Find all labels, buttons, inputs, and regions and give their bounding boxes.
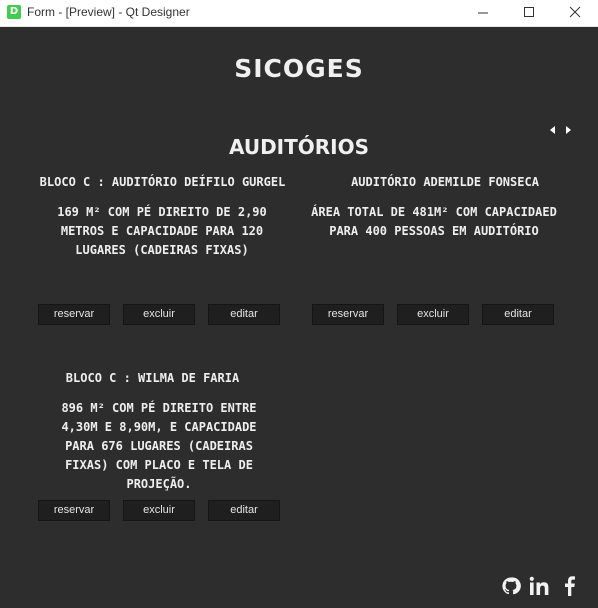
- linkedin-icon[interactable]: [529, 576, 551, 596]
- reserve-button[interactable]: reservar: [38, 500, 110, 521]
- close-button[interactable]: [552, 0, 598, 26]
- card-title: BLOCO C : WILMA DE FARIA: [65, 371, 240, 385]
- card-description: 169 M² COM PÉ DIREITO DE 2,90 METROS E C…: [57, 205, 267, 257]
- delete-button[interactable]: excluir: [397, 304, 469, 325]
- facebook-icon[interactable]: [561, 576, 577, 596]
- card-description: 896 M² COM PÉ DIREITO ENTRE 4,30M E 8,90…: [61, 401, 257, 491]
- main-content: SICOGES AUDITÓRIOS BLOCO C : AUDITÓRIO D…: [0, 27, 598, 608]
- card-title: AUDITÓRIO ADEMILDE FONSECA: [351, 175, 539, 189]
- minimize-button[interactable]: [460, 0, 506, 26]
- close-icon: [569, 6, 581, 18]
- edit-button[interactable]: editar: [208, 500, 280, 521]
- window-titlebar: D Form - [Preview] - Qt Designer: [0, 0, 598, 27]
- maximize-button[interactable]: [506, 0, 552, 26]
- card-title: BLOCO C : AUDITÓRIO DEÍFILO GURGEL: [39, 175, 286, 189]
- app-title: SICOGES: [234, 54, 364, 83]
- next-arrow-icon[interactable]: [563, 125, 573, 135]
- prev-arrow-icon[interactable]: [548, 125, 558, 135]
- reserve-button[interactable]: reservar: [38, 304, 110, 325]
- qt-designer-icon: D: [7, 5, 21, 19]
- section-title: AUDITÓRIOS: [228, 135, 370, 159]
- minimize-icon: [478, 12, 488, 14]
- card-description: ÁREA TOTAL DE 481M² COM CAPACIDAED PARA …: [311, 205, 557, 238]
- reserve-button[interactable]: reservar: [312, 304, 384, 325]
- github-icon[interactable]: [501, 576, 521, 596]
- delete-button[interactable]: excluir: [123, 304, 195, 325]
- delete-button[interactable]: excluir: [123, 500, 195, 521]
- window-title: Form - [Preview] - Qt Designer: [27, 5, 190, 19]
- edit-button[interactable]: editar: [208, 304, 280, 325]
- edit-button[interactable]: editar: [482, 304, 554, 325]
- maximize-icon: [524, 7, 534, 17]
